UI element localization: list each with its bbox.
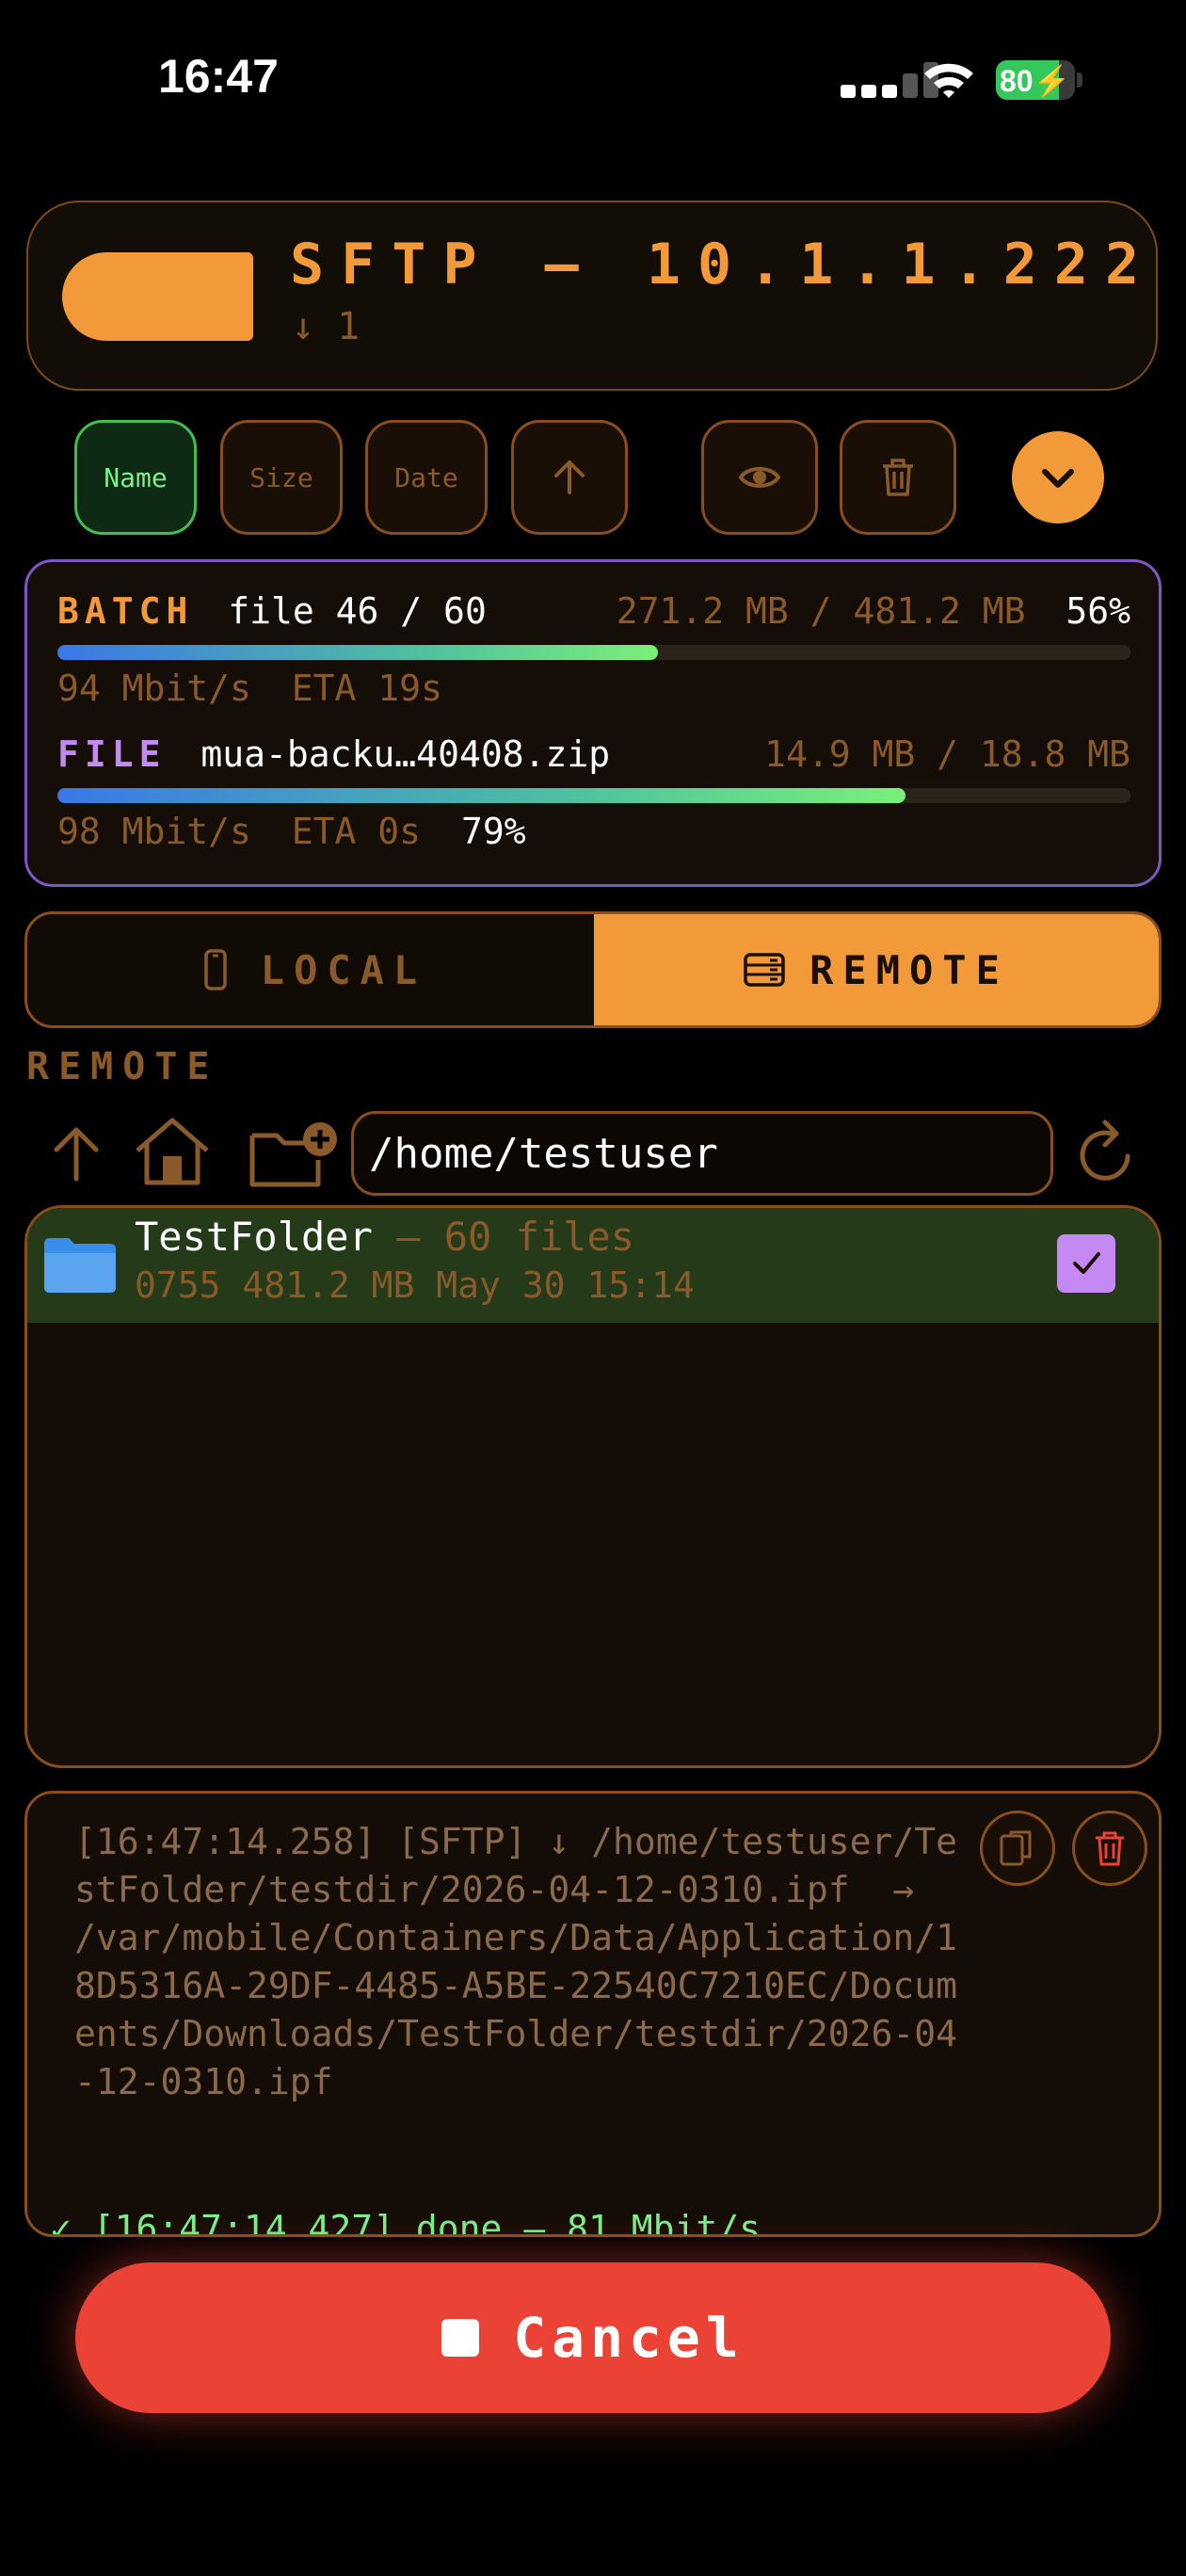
sort-size-button[interactable]: Size (220, 420, 343, 535)
tab-local-label: LOCAL (260, 946, 427, 993)
battery-indicator: 80⚡ (996, 60, 1082, 100)
copy-log-button[interactable] (980, 1811, 1055, 1886)
batch-label: BATCH (57, 590, 194, 632)
batch-bytes: 271.2 MB / 481.2 MB (616, 590, 1026, 632)
log-entry: [16:47:14.258] [SFTP] ↓ /home/testuser/T… (74, 1821, 958, 2102)
arrow-up-icon (554, 460, 585, 494)
sort-direction-button[interactable] (511, 420, 628, 535)
cancel-label: Cancel (513, 2306, 745, 2370)
log-done-line: ✓ [16:47:14.427] done — 81 Mbit/s (50, 2208, 761, 2237)
tab-local[interactable]: LOCAL (27, 914, 594, 1025)
chevron-down-icon (1042, 469, 1074, 488)
file-progress-fill (57, 788, 906, 803)
sort-date-button[interactable]: Date (365, 420, 488, 535)
battery-level: 80 (1000, 64, 1034, 98)
file-percent: 79% (460, 811, 526, 852)
batch-progress-fill (57, 645, 659, 660)
server-icon (744, 953, 785, 987)
file-progress-bar (57, 788, 1130, 803)
preview-button[interactable] (701, 420, 818, 535)
download-count: ↓ 1 (292, 305, 361, 348)
trash-icon (1096, 1831, 1124, 1866)
file-name: mua-backu…40408.zip (200, 733, 611, 775)
tab-remote[interactable]: REMOTE (594, 914, 1159, 1025)
log-panel: [16:47:14.258] [SFTP] ↓ /home/testuser/T… (24, 1791, 1162, 2237)
checkmark-icon (1073, 1252, 1100, 1274)
tab-remote-label: REMOTE (809, 946, 1009, 993)
section-label: REMOTE (26, 1045, 219, 1088)
selection-checkbox[interactable] (1057, 1234, 1115, 1293)
folder-meta: 0755 481.2 MB May 30 15:14 (135, 1264, 695, 1306)
refresh-icon[interactable] (1073, 1119, 1139, 1188)
folder-name: TestFolder (135, 1214, 373, 1260)
path-input[interactable]: /home/testuser (351, 1111, 1053, 1196)
phone-icon (204, 949, 227, 990)
list-item[interactable]: TestFolder — 60 files 0755 481.2 MB May … (27, 1208, 1159, 1323)
connection-title: SFTP — 10.1.1.222 (290, 232, 1157, 298)
folder-file-count: — 60 files (372, 1214, 635, 1260)
batch-percent: 56% (1066, 590, 1130, 632)
copy-icon (1000, 1830, 1032, 1866)
sort-name-button[interactable]: Name (74, 420, 197, 535)
eye-icon (738, 467, 781, 488)
new-folder-icon[interactable] (248, 1119, 339, 1188)
file-eta: ETA 0s (291, 811, 422, 852)
status-time: 16:47 (158, 50, 279, 103)
wifi-icon (924, 63, 973, 98)
parent-directory-icon[interactable] (43, 1120, 109, 1186)
trash-icon (883, 459, 913, 496)
file-speed: 98 Mbit/s (57, 811, 251, 852)
cancel-button[interactable]: Cancel (75, 2262, 1111, 2413)
batch-progress-bar (57, 645, 1130, 660)
charging-bolt-icon: ⚡ (1033, 64, 1071, 98)
clear-log-button[interactable] (1072, 1811, 1147, 1886)
stop-icon (441, 2319, 480, 2357)
batch-eta: ETA 19s (291, 668, 442, 709)
location-switch: LOCAL REMOTE (24, 911, 1162, 1028)
file-label: FILE (57, 733, 167, 775)
file-bytes: 14.9 MB / 18.8 MB (764, 733, 1130, 775)
collapse-button[interactable] (1012, 431, 1104, 523)
connection-status-pill (62, 252, 253, 341)
transfer-progress-card: BATCH file 46 / 60 271.2 MB / 481.2 MB 5… (24, 559, 1162, 887)
delete-button[interactable] (840, 420, 956, 535)
home-icon[interactable] (132, 1115, 213, 1188)
file-list: TestFolder — 60 files 0755 481.2 MB May … (24, 1205, 1162, 1768)
folder-icon (44, 1238, 116, 1293)
batch-speed: 94 Mbit/s (57, 668, 251, 709)
batch-file-progress: file 46 / 60 (228, 590, 487, 632)
